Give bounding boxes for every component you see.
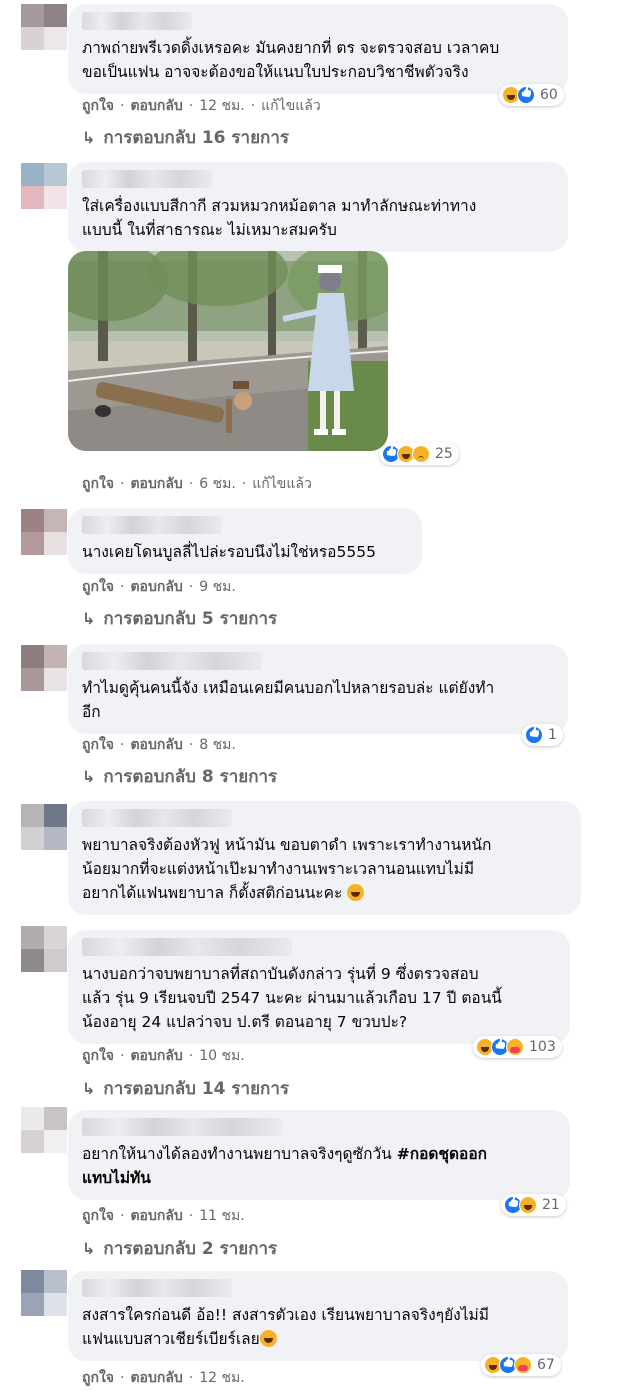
reaction-summary[interactable]: 60 bbox=[499, 84, 564, 106]
view-replies-link[interactable]: ↳ การตอบกลับ 5 รายการ bbox=[82, 606, 277, 630]
commenter-name[interactable] bbox=[82, 1279, 232, 1297]
like-icon bbox=[517, 86, 535, 104]
reply-button[interactable]: ตอบกลับ bbox=[130, 734, 182, 756]
avatar[interactable] bbox=[21, 509, 67, 555]
edited-label[interactable]: แก้ไขแล้ว bbox=[261, 95, 321, 117]
comment-text: พยาบาลจริงต้องหัวฟู หน้ามัน ขอบตาดำ เพรา… bbox=[82, 836, 492, 902]
comment-text: ทำไมดูคุ้นคนนี้จัง เหมือนเคยมีคนบอกไปหลา… bbox=[82, 679, 495, 721]
reply-button[interactable]: ตอบกลับ bbox=[130, 95, 182, 117]
laughing-emoji-icon bbox=[347, 884, 365, 901]
timestamp[interactable]: 12 ชม. bbox=[199, 95, 244, 117]
reaction-count: 103 bbox=[529, 1039, 556, 1055]
reply-button[interactable]: ตอบกลับ bbox=[130, 1045, 182, 1067]
reply-arrow-icon: ↳ bbox=[82, 608, 96, 628]
comment-actions: ถูกใจ · ตอบกลับ · 9 ชม. bbox=[82, 577, 236, 597]
avatar[interactable] bbox=[21, 1270, 67, 1316]
reaction-count: 1 bbox=[548, 727, 557, 743]
reaction-summary[interactable]: 21 bbox=[501, 1194, 566, 1216]
sad-icon bbox=[412, 445, 430, 463]
comment-actions: ถูกใจ · ตอบกลับ · 8 ชม. bbox=[82, 735, 236, 755]
like-icon bbox=[525, 726, 543, 744]
comment-text: ภาพถ่ายพรีเวดดิ้งเหรอคะ มันคงยากที่ ตร จ… bbox=[82, 39, 500, 81]
avatar[interactable] bbox=[21, 4, 67, 50]
comment-bubble: นางเคยโดนบูลลี่ไปล่ะรอบนึงไม่ใช่หรอ5555 bbox=[68, 508, 422, 574]
reaction-count: 25 bbox=[435, 446, 453, 462]
reply-button[interactable]: ตอบกลับ bbox=[130, 1367, 182, 1389]
comment-actions: ถูกใจ · ตอบกลับ · 10 ชม. bbox=[82, 1046, 245, 1066]
comment-bubble: ภาพถ่ายพรีเวดดิ้งเหรอคะ มันคงยากที่ ตร จ… bbox=[68, 4, 568, 94]
like-button[interactable]: ถูกใจ bbox=[82, 734, 114, 756]
comment-actions: ถูกใจ · ตอบกลับ · 6 ชม. · แก้ไขแล้ว bbox=[82, 474, 312, 494]
like-button[interactable]: ถูกใจ bbox=[82, 1205, 114, 1227]
reaction-summary[interactable]: 103 bbox=[473, 1036, 562, 1058]
commenter-name[interactable] bbox=[82, 938, 292, 956]
comment-text: สงสารใครก่อนดี อ้อ!! สงสารตัวเอง เรียนพย… bbox=[82, 1306, 489, 1348]
edited-label[interactable]: แก้ไขแล้ว bbox=[252, 473, 312, 495]
like-button[interactable]: ถูกใจ bbox=[82, 473, 114, 495]
care-icon bbox=[514, 1356, 532, 1374]
avatar[interactable] bbox=[21, 163, 67, 209]
timestamp[interactable]: 6 ชม. bbox=[199, 473, 236, 495]
timestamp[interactable]: 12 ชม. bbox=[199, 1367, 244, 1389]
comment-bubble: นางบอกว่าจบพยาบาลที่สถาบันดังกล่าว รุ่นท… bbox=[68, 930, 570, 1044]
comment-bubble: สงสารใครก่อนดี อ้อ!! สงสารตัวเอง เรียนพย… bbox=[68, 1271, 568, 1361]
comment-text: ใส่เครื่องแบบสีกากี สวมหมวกหม้อตาล มาทำล… bbox=[82, 197, 477, 239]
timestamp[interactable]: 9 ชม. bbox=[199, 576, 236, 598]
reply-button[interactable]: ตอบกลับ bbox=[130, 473, 182, 495]
reply-arrow-icon: ↳ bbox=[82, 1238, 96, 1258]
commenter-name[interactable] bbox=[82, 12, 192, 30]
reaction-count: 67 bbox=[537, 1357, 555, 1373]
commenter-name[interactable] bbox=[82, 170, 212, 188]
photo-image bbox=[68, 251, 388, 451]
like-button[interactable]: ถูกใจ bbox=[82, 1367, 114, 1389]
reply-arrow-icon: ↳ bbox=[82, 1078, 96, 1098]
commenter-name[interactable] bbox=[82, 652, 262, 670]
reply-arrow-icon: ↳ bbox=[82, 127, 96, 147]
view-replies-link[interactable]: ↳ การตอบกลับ 14 รายการ bbox=[82, 1076, 289, 1100]
comment-bubble: อยากให้นางได้ลองทำงานพยาบาลจริงๆดูซักวัน… bbox=[68, 1110, 570, 1200]
reply-button[interactable]: ตอบกลับ bbox=[130, 1205, 182, 1227]
like-button[interactable]: ถูกใจ bbox=[82, 576, 114, 598]
view-replies-link[interactable]: ↳ การตอบกลับ 2 รายการ bbox=[82, 1236, 277, 1260]
avatar[interactable] bbox=[21, 1107, 67, 1153]
commenter-name[interactable] bbox=[82, 809, 232, 827]
comment-text: นางบอกว่าจบพยาบาลที่สถาบันดังกล่าว รุ่นท… bbox=[82, 965, 502, 1031]
reaction-summary[interactable]: 67 bbox=[481, 1354, 561, 1376]
avatar[interactable] bbox=[21, 804, 67, 850]
reaction-count: 21 bbox=[542, 1197, 560, 1213]
comment-actions: ถูกใจ · ตอบกลับ · 12 ชม. · แก้ไขแล้ว bbox=[82, 96, 321, 116]
commenter-name[interactable] bbox=[82, 1118, 282, 1136]
comment-text: อยากให้นางได้ลองทำงานพยาบาลจริงๆดูซักวัน… bbox=[82, 1145, 488, 1187]
laughing-emoji-icon bbox=[259, 1330, 277, 1347]
timestamp[interactable]: 10 ชม. bbox=[199, 1045, 244, 1067]
reply-arrow-icon: ↳ bbox=[82, 766, 96, 786]
haha-icon bbox=[519, 1196, 537, 1214]
timestamp[interactable]: 8 ชม. bbox=[199, 734, 236, 756]
avatar[interactable] bbox=[21, 645, 67, 691]
like-button[interactable]: ถูกใจ bbox=[82, 95, 114, 117]
care-icon bbox=[506, 1038, 524, 1056]
view-replies-link[interactable]: ↳ การตอบกลับ 8 รายการ bbox=[82, 764, 277, 788]
reply-button[interactable]: ตอบกลับ bbox=[130, 576, 182, 598]
view-replies-link[interactable]: ↳ การตอบกลับ 16 รายการ bbox=[82, 125, 289, 149]
comment-bubble: ใส่เครื่องแบบสีกากี สวมหมวกหม้อตาล มาทำล… bbox=[68, 162, 568, 252]
comment-actions: ถูกใจ · ตอบกลับ · 12 ชม. bbox=[82, 1368, 245, 1388]
avatar[interactable] bbox=[21, 926, 67, 972]
reaction-count: 60 bbox=[540, 87, 558, 103]
timestamp[interactable]: 11 ชม. bbox=[199, 1205, 244, 1227]
comment-actions: ถูกใจ · ตอบกลับ · 11 ชม. bbox=[82, 1206, 245, 1226]
comment-bubble: ทำไมดูคุ้นคนนี้จัง เหมือนเคยมีคนบอกไปหลา… bbox=[68, 644, 568, 734]
reaction-summary[interactable]: 1 bbox=[522, 724, 563, 746]
comment-bubble: พยาบาลจริงต้องหัวฟู หน้ามัน ขอบตาดำ เพรา… bbox=[68, 801, 581, 915]
commenter-name[interactable] bbox=[82, 516, 222, 534]
reaction-summary[interactable]: 25 bbox=[379, 443, 459, 465]
like-button[interactable]: ถูกใจ bbox=[82, 1045, 114, 1067]
comment-text: นางเคยโดนบูลลี่ไปล่ะรอบนึงไม่ใช่หรอ5555 bbox=[82, 543, 376, 561]
attached-photo[interactable] bbox=[68, 251, 388, 451]
